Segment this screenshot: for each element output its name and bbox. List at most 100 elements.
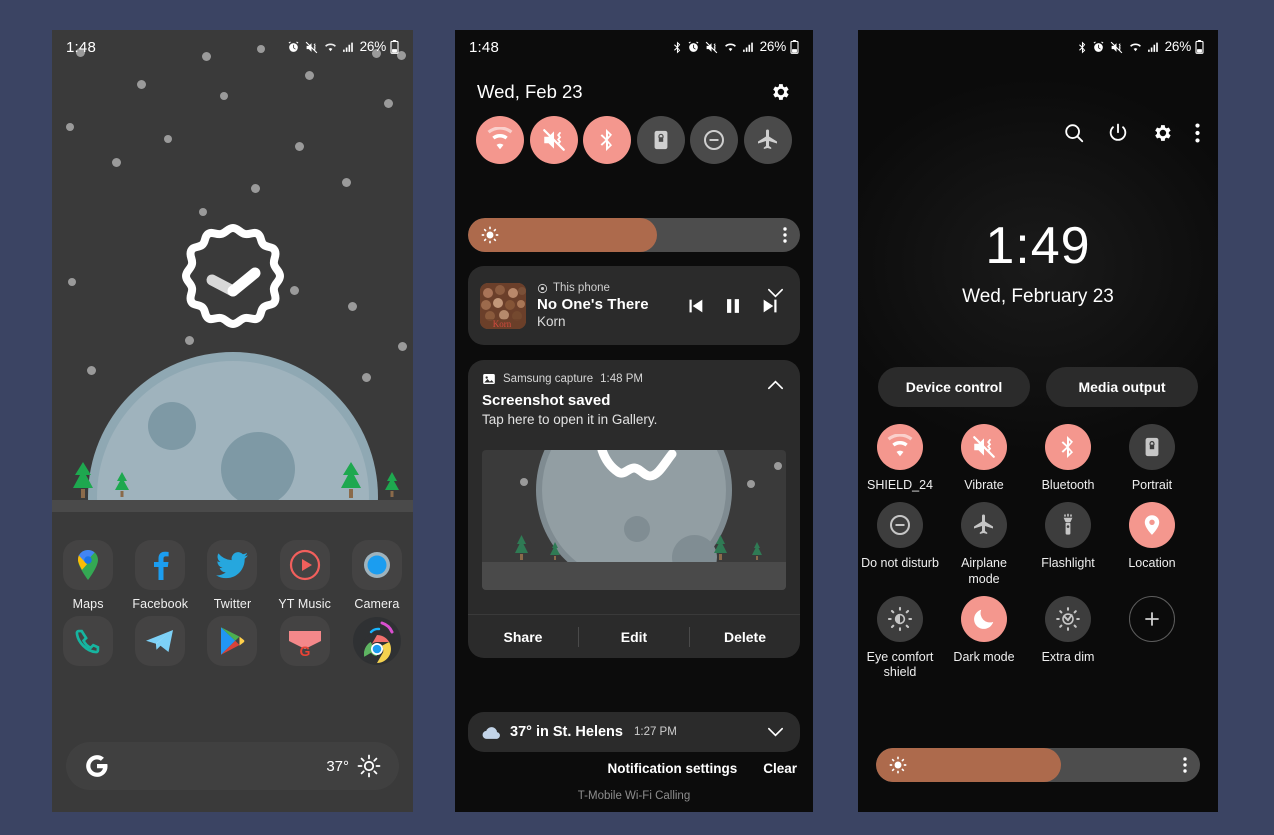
notification-time: 1:48 PM	[600, 373, 643, 385]
tile-portrait[interactable]: Portrait	[1110, 424, 1194, 493]
sound-tile[interactable]	[529, 116, 578, 164]
delete-button[interactable]: Delete	[690, 629, 800, 645]
clock-widget[interactable]	[166, 209, 300, 348]
mute-vibrate-icon	[305, 41, 317, 53]
mute-vibrate-icon	[1110, 41, 1122, 53]
tree-icon	[69, 460, 97, 503]
app-telegram[interactable]	[124, 616, 196, 666]
status-time: 1:48	[66, 38, 96, 56]
battery-percent: 26%	[759, 39, 787, 55]
signal-icon	[342, 42, 353, 52]
phone-icon	[63, 616, 114, 666]
app-chrome[interactable]	[341, 616, 413, 666]
app-camera[interactable]: Camera	[341, 540, 413, 611]
more-vertical-icon[interactable]	[1195, 123, 1200, 143]
alarm-icon	[688, 41, 699, 52]
share-button[interactable]: Share	[468, 629, 578, 645]
gear-icon[interactable]	[1151, 122, 1173, 144]
chevron-down-icon[interactable]	[767, 727, 784, 737]
bluetooth-icon	[1045, 424, 1091, 470]
wifi-tile[interactable]	[476, 116, 524, 164]
previous-icon[interactable]	[684, 295, 706, 317]
more-vertical-icon[interactable]	[1183, 757, 1187, 773]
app-maps[interactable]: Maps	[52, 540, 124, 611]
edit-button[interactable]: Edit	[579, 629, 689, 645]
device-control-button[interactable]: Device control	[878, 367, 1030, 407]
image-icon	[483, 374, 495, 384]
bluetooth-icon	[1078, 41, 1085, 53]
tree-icon	[337, 460, 365, 503]
media-source: This phone	[537, 282, 684, 294]
cloud-icon	[482, 726, 500, 739]
phone-3-quick-panel: 26% 1:49 Wed, February 23 Device control…	[858, 30, 1218, 812]
chevron-up-icon[interactable]	[767, 380, 784, 390]
alarm-icon	[1093, 41, 1104, 52]
wifi-icon	[487, 127, 513, 150]
tile-eye-comfort[interactable]: Eye comfort shield	[858, 595, 942, 681]
app-yt-music[interactable]: YT Music	[269, 540, 341, 611]
tile-wifi[interactable]: SHIELD_24	[858, 424, 942, 493]
tile-label: Eye comfort shield	[866, 649, 934, 679]
clear-button[interactable]: Clear	[763, 761, 797, 776]
brightness-slider[interactable]	[468, 218, 800, 252]
app-facebook[interactable]: Facebook	[124, 540, 196, 611]
google-search-bar[interactable]: 37°	[66, 742, 399, 790]
airplane-tile[interactable]	[743, 116, 792, 164]
battery-percent: 26%	[359, 39, 387, 55]
album-art: Korn	[480, 282, 526, 329]
media-output-button[interactable]: Media output	[1046, 367, 1198, 407]
tile-vibrate[interactable]: Vibrate	[942, 424, 1026, 493]
app-phone[interactable]	[52, 616, 124, 666]
media-text: This phone No One's There Korn	[537, 282, 684, 329]
tile-location[interactable]: Location	[1110, 502, 1194, 587]
tile-extra-dim[interactable]: Extra dim	[1026, 595, 1110, 681]
facebook-icon	[135, 540, 186, 590]
chevron-down-icon[interactable]	[767, 288, 784, 298]
media-notification[interactable]: Korn This phone No One's There Korn	[468, 266, 800, 345]
dnd-tile[interactable]	[690, 116, 739, 164]
svg-text:G: G	[299, 643, 310, 659]
battery-icon	[1195, 40, 1204, 54]
tile-label: Do not disturb	[861, 556, 939, 571]
tile-airplane[interactable]: Airplane mode	[942, 502, 1026, 587]
flashlight-icon	[1045, 502, 1091, 549]
clock-date: Wed, February 23	[962, 286, 1114, 307]
clock-time: 1:49	[985, 217, 1091, 275]
tile-label: SHIELD_24	[866, 478, 933, 492]
phone-2-notification-shade: 1:48 26% Wed, Feb 23 Korn This phone No …	[455, 30, 813, 812]
wifi-icon	[1129, 43, 1141, 51]
portrait-lock-icon	[1129, 424, 1175, 470]
tile-bluetooth[interactable]: Bluetooth	[1026, 424, 1110, 493]
screenshot-preview[interactable]	[482, 450, 786, 590]
wallpaper	[52, 30, 413, 512]
rotation-tile[interactable]	[636, 116, 685, 164]
airplane-icon	[961, 502, 1007, 549]
airplane-icon	[757, 129, 777, 149]
app-gmail[interactable]: G	[269, 616, 341, 666]
search-icon[interactable]	[1063, 122, 1085, 144]
app-twitter[interactable]: Twitter	[196, 540, 268, 611]
tile-flashlight[interactable]: Flashlight	[1026, 502, 1110, 587]
status-bar: 1:48 26%	[52, 30, 413, 64]
tile-add[interactable]	[1110, 595, 1194, 681]
moon-icon	[961, 595, 1007, 642]
battery-icon	[390, 40, 399, 54]
more-vertical-icon[interactable]	[783, 227, 787, 243]
tile-dark-mode[interactable]: Dark mode	[942, 595, 1026, 681]
brightness-slider[interactable]	[876, 748, 1200, 782]
bluetooth-tile[interactable]	[583, 116, 632, 164]
power-icon[interactable]	[1107, 122, 1129, 144]
tree-icon	[382, 471, 402, 502]
tile-dnd[interactable]: Do not disturb	[858, 502, 942, 587]
weather-notification[interactable]: 37° in St. Helens 1:27 PM	[468, 712, 800, 752]
app-label: Maps	[72, 597, 104, 611]
screenshot-notification[interactable]: Samsung capture 1:48 PM Screenshot saved…	[468, 360, 800, 658]
tile-label: Dark mode	[953, 649, 1015, 664]
twitter-icon	[207, 540, 258, 590]
pause-icon[interactable]	[722, 294, 744, 318]
gear-icon[interactable]	[769, 81, 791, 103]
notification-settings-button[interactable]: Notification settings	[607, 761, 737, 776]
signal-icon	[1147, 42, 1158, 52]
vibrate-mute-icon	[542, 129, 565, 151]
app-play-store[interactable]	[196, 616, 268, 666]
